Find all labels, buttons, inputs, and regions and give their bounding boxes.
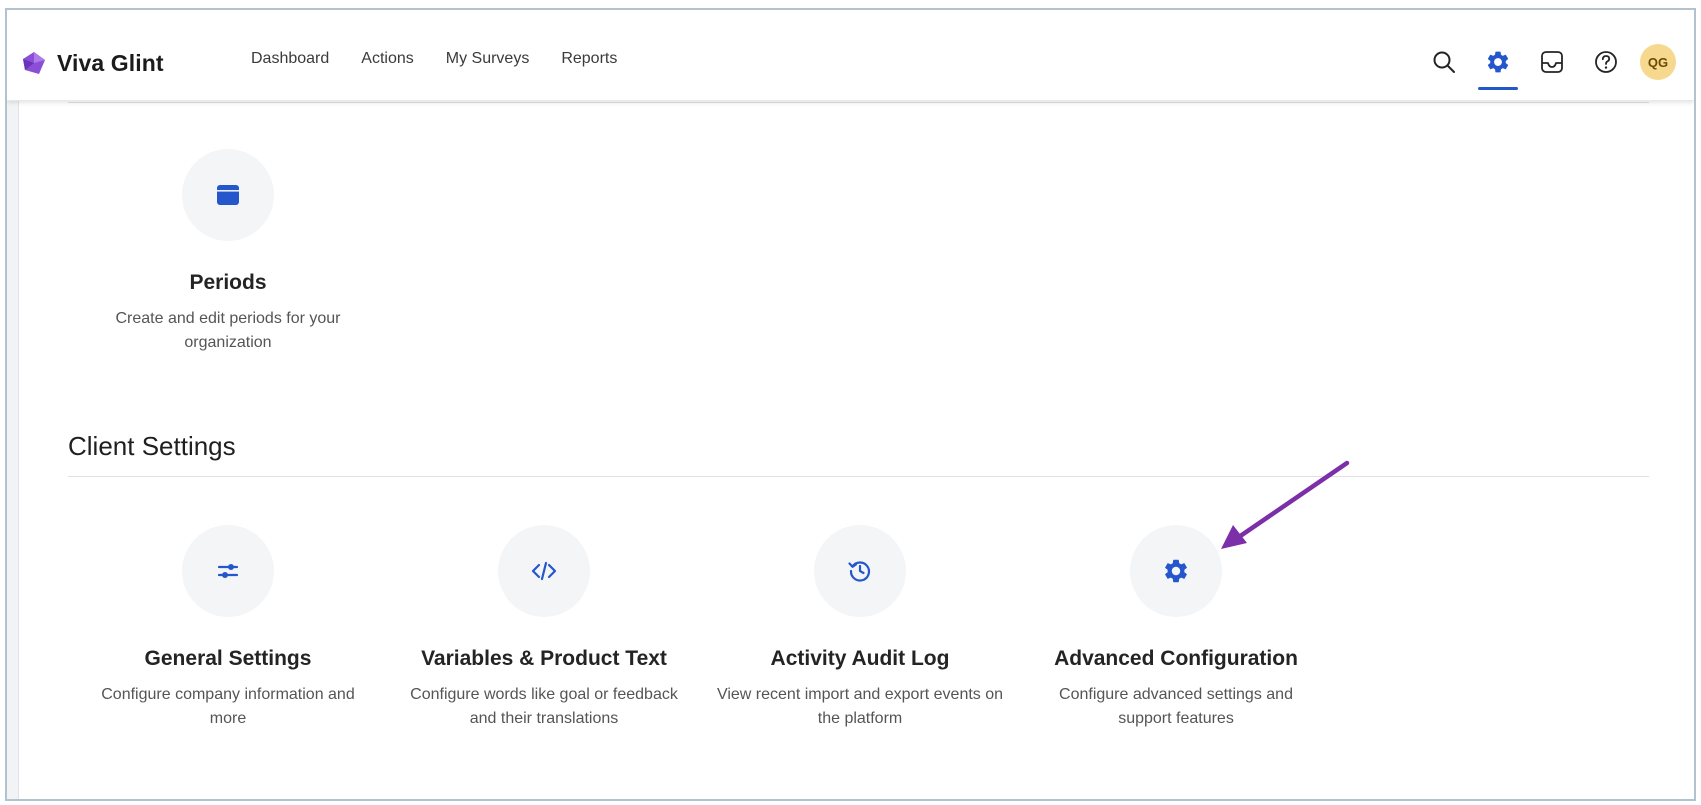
viva-glint-logo-icon [23, 52, 45, 74]
brand-name: Viva Glint [57, 49, 164, 76]
inbox-button[interactable] [1534, 44, 1570, 80]
advanced-config-title: Advanced Configuration [1054, 647, 1298, 670]
nav-item-actions[interactable]: Actions [361, 50, 413, 68]
general-settings-description: Configure company information and more [101, 686, 355, 727]
periods-title: Periods [189, 271, 267, 294]
gear-icon [1165, 559, 1187, 583]
search-icon [1433, 51, 1455, 73]
variables-product-text-card[interactable]: Variables & Product Text Configure words… [399, 525, 689, 731]
general-settings-icon-circle [182, 525, 274, 617]
advanced-config-description: Configure advanced settings and support … [1059, 686, 1293, 727]
gear-icon [1487, 51, 1509, 73]
variables-title: Variables & Product Text [421, 647, 667, 670]
inbox-icon [1541, 51, 1563, 73]
section-divider [68, 476, 1649, 477]
nav-item-my-surveys[interactable]: My Surveys [446, 50, 530, 68]
section-title-client-settings: Client Settings [68, 431, 236, 461]
calendar-icon [217, 185, 239, 205]
nav-item-reports[interactable]: Reports [561, 50, 617, 68]
periods-description: Create and edit periods for your organiz… [115, 310, 341, 351]
activity-audit-log-card[interactable]: Activity Audit Log View recent import an… [715, 525, 1005, 731]
code-icon [531, 561, 557, 581]
nav-item-dashboard[interactable]: Dashboard [251, 50, 329, 68]
help-button[interactable] [1588, 44, 1624, 80]
left-scroll-rail [7, 101, 19, 799]
advanced-configuration-card[interactable]: Advanced Configuration Configure advance… [1031, 525, 1321, 731]
variables-icon-circle [498, 525, 590, 617]
annotation-arrow-icon [1221, 460, 1350, 549]
settings-button[interactable] [1478, 44, 1518, 90]
app-window: Viva Glint Dashboard Actions My Surveys … [5, 8, 1696, 801]
periods-icon-circle [182, 149, 274, 241]
divider [68, 102, 1649, 103]
audit-log-description: View recent import and export events on … [716, 686, 1004, 727]
top-navigation-bar: Viva Glint Dashboard Actions My Surveys … [7, 10, 1694, 101]
help-icon [1595, 51, 1617, 73]
variables-description: Configure words like goal or feedback an… [410, 686, 678, 727]
main-nav: Dashboard Actions My Surveys Reports [251, 50, 649, 68]
sliders-icon [217, 564, 239, 578]
audit-log-title: Activity Audit Log [770, 647, 950, 670]
periods-card[interactable]: Periods Create and edit periods for your… [83, 149, 373, 355]
toolbar: QG [1408, 44, 1694, 90]
general-settings-card[interactable]: General Settings Configure company infor… [83, 525, 373, 731]
general-settings-title: General Settings [144, 647, 312, 670]
brand[interactable]: Viva Glint [21, 43, 164, 83]
search-button[interactable] [1426, 44, 1462, 80]
history-icon [848, 561, 871, 582]
audit-log-icon-circle [814, 525, 906, 617]
avatar[interactable]: QG [1640, 44, 1676, 80]
